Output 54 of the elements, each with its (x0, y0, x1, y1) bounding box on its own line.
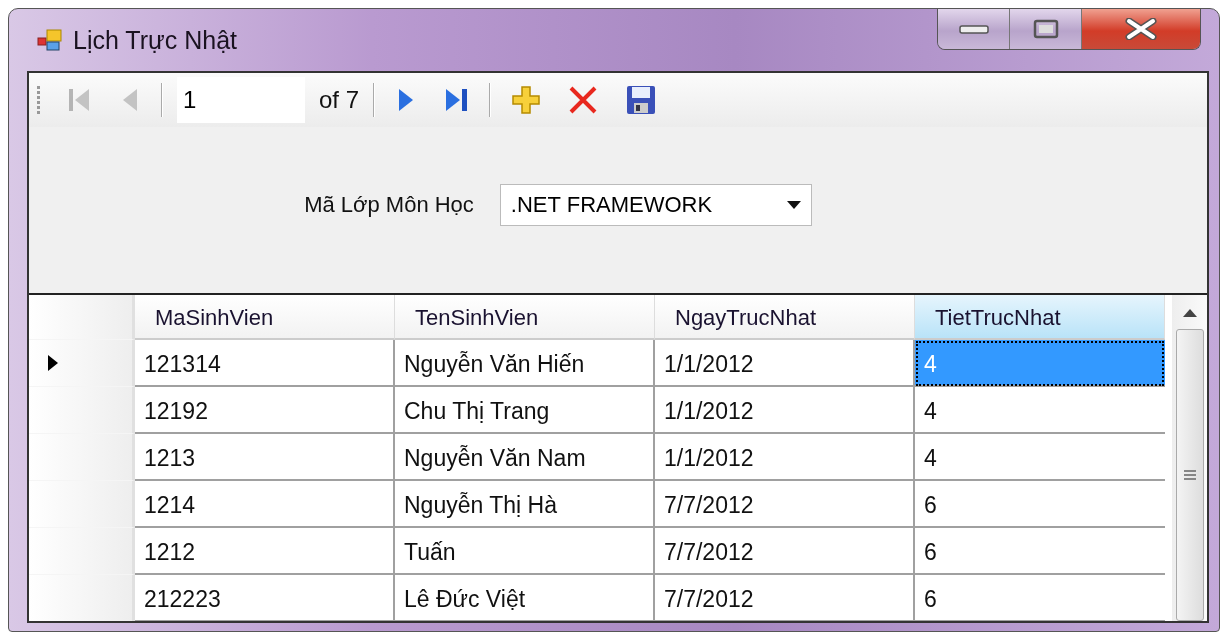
table-cell[interactable]: Nguyễn Văn Hiến (395, 340, 655, 387)
class-dropdown[interactable]: .NET FRAMEWORK (499, 184, 812, 226)
row-header[interactable] (29, 528, 135, 575)
table-cell[interactable]: Nguyễn Văn Nam (395, 434, 655, 481)
app-icon (37, 29, 63, 51)
table-cell[interactable]: 1213 (135, 434, 395, 481)
table-cell[interactable]: 4 (915, 434, 1165, 481)
table-cell[interactable]: 6 (915, 575, 1165, 621)
table-cell[interactable]: Nguyễn Thị Hà (395, 481, 655, 528)
column-header[interactable]: MaSinhVien (135, 295, 395, 340)
position-field[interactable]: 1 (177, 77, 305, 123)
table-cell[interactable]: Chu Thị Trang (395, 387, 655, 434)
table-cell[interactable]: 7/7/2012 (655, 575, 915, 621)
column-header[interactable]: TenSinhVien (395, 295, 655, 340)
class-label: Mã Lớp Môn Học (304, 192, 474, 218)
table-cell[interactable]: 12192 (135, 387, 395, 434)
last-record-icon (443, 86, 470, 114)
add-icon (511, 85, 542, 115)
table-cell[interactable]: Lê Đức Việt (395, 575, 655, 621)
table-cell[interactable]: 1214 (135, 481, 395, 528)
window-title: Lịch Trực Nhật (73, 25, 237, 55)
column-header[interactable]: TietTrucNhat (915, 295, 1165, 340)
table-cell[interactable]: 212223 (135, 575, 395, 621)
vertical-scrollbar[interactable] (1172, 295, 1207, 621)
maximize-icon (1032, 19, 1059, 39)
minimize-icon (958, 24, 989, 34)
minimize-button[interactable] (938, 9, 1010, 49)
column-header[interactable]: NgayTrucNhat (655, 295, 915, 340)
grip-icon (1183, 470, 1196, 480)
current-row-icon (47, 354, 59, 372)
table-cell[interactable]: 121314 (135, 340, 395, 387)
maximize-button[interactable] (1010, 9, 1082, 49)
table-cell[interactable]: 1212 (135, 528, 395, 575)
save-icon (625, 84, 658, 116)
row-header[interactable] (29, 481, 135, 528)
row-header[interactable] (29, 340, 135, 387)
table-cell[interactable]: 6 (915, 528, 1165, 575)
scroll-thumb[interactable] (1175, 329, 1204, 621)
close-button[interactable] (1082, 9, 1200, 49)
table-cell[interactable]: 4 (915, 387, 1165, 434)
dropdown-arrow-icon (786, 201, 801, 209)
table-cell[interactable]: 1/1/2012 (655, 387, 915, 434)
grid-corner[interactable] (29, 295, 135, 340)
grip-icon (37, 85, 41, 115)
row-header[interactable] (29, 387, 135, 434)
table-cell[interactable]: 7/7/2012 (655, 528, 915, 575)
row-header[interactable] (29, 434, 135, 481)
table-cell[interactable]: Tuấn (395, 528, 655, 575)
close-icon (1124, 18, 1158, 40)
scroll-up-icon (1182, 309, 1197, 317)
table-cell[interactable]: 6 (915, 481, 1165, 528)
table-cell[interactable]: 7/7/2012 (655, 481, 915, 528)
table-cell[interactable]: 1/1/2012 (655, 434, 915, 481)
record-count: of 7 (319, 86, 360, 114)
